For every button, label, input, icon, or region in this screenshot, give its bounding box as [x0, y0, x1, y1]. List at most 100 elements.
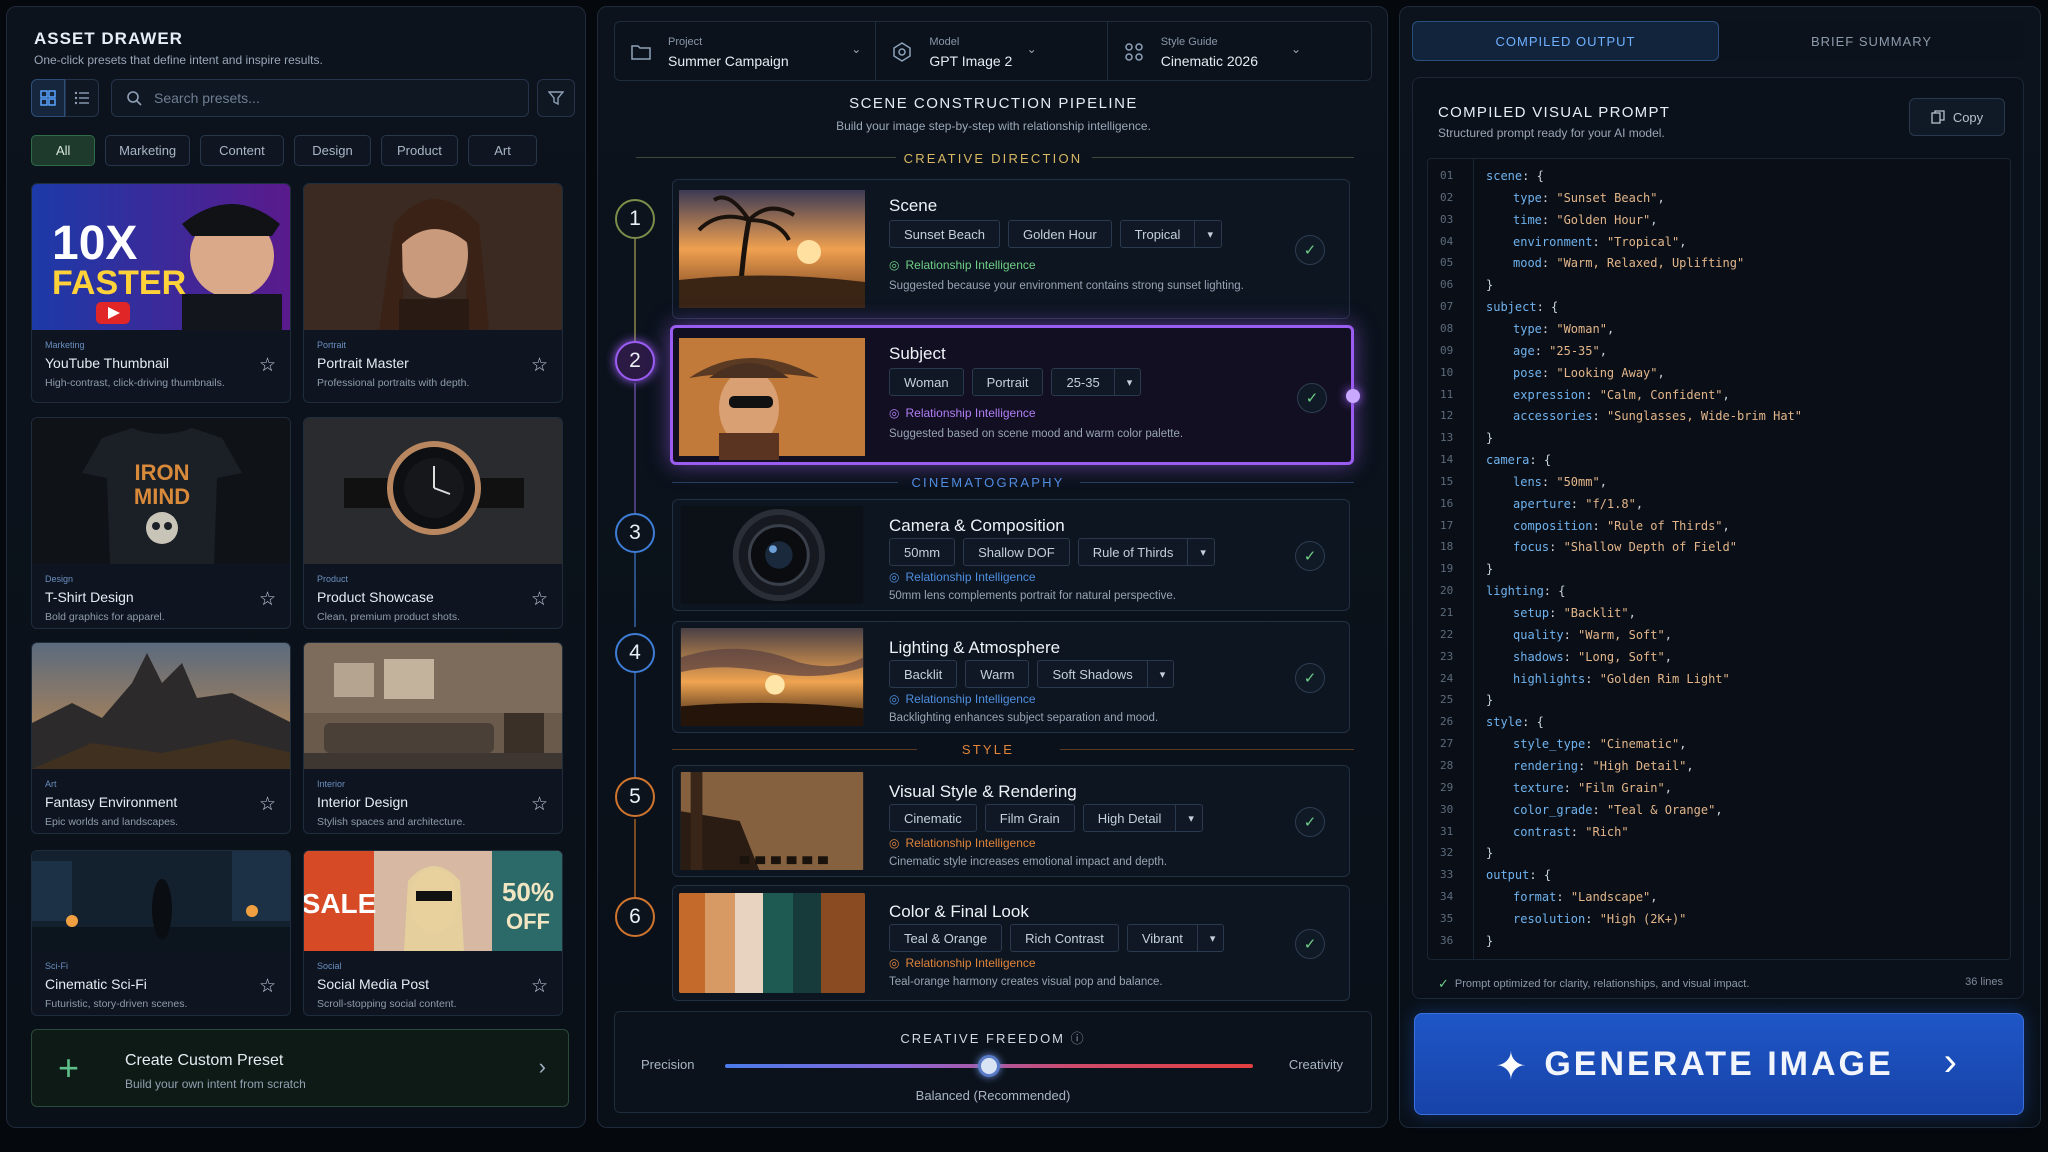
- filter-chip-product[interactable]: Product: [380, 135, 458, 166]
- list-view-button[interactable]: [65, 79, 99, 117]
- step-suggestion: 50mm lens complements portrait for natur…: [889, 590, 1176, 602]
- code-value: "Long, Soft": [1578, 649, 1665, 664]
- custom-preset-title: Create Custom Preset: [125, 1052, 284, 1069]
- code-line: texture: "Film Grain",: [1513, 781, 1672, 795]
- filter-chip-all[interactable]: All: [31, 135, 96, 166]
- generate-image-button[interactable]: ✦ GENERATE IMAGE ›: [1414, 1013, 2024, 1115]
- star-icon[interactable]: ☆: [531, 793, 548, 816]
- filter-chip-marketing[interactable]: Marketing: [105, 135, 190, 166]
- preset-description: Epic worlds and landscapes.: [45, 816, 179, 828]
- star-icon[interactable]: ☆: [259, 588, 276, 611]
- thumbnail-overlay-10x: 10X: [52, 217, 137, 270]
- filter-chip-design[interactable]: Design: [294, 135, 371, 166]
- relationship-intelligence-label: Relationship Intelligence: [905, 570, 1036, 584]
- tag-chip[interactable]: Shallow DOF: [963, 538, 1070, 566]
- code-line: resolution: "High (2K+)": [1513, 912, 1686, 926]
- project-selector[interactable]: Project Summer Campaign ⌄: [615, 22, 877, 80]
- line-number: 22: [1440, 627, 1454, 641]
- check-icon[interactable]: ✓: [1295, 541, 1325, 571]
- step-card-scene[interactable]: Scene Sunset Beach Golden Hour Tropical ▾ ◎ Re…: [672, 179, 1350, 319]
- check-icon[interactable]: ✓: [1297, 383, 1327, 413]
- code-comma: ,: [1664, 649, 1672, 664]
- line-number: 12: [1440, 409, 1454, 423]
- preset-card-portrait-master[interactable]: Portrait Portrait Master Professional port…: [303, 183, 563, 403]
- tag-chip[interactable]: Backlit: [889, 660, 958, 688]
- code-view[interactable]: 01 02 03 04 05 06 07 08 09 10 11 12 13 14 15 16 17 18 19 20…: [1427, 158, 2011, 960]
- tag-chip[interactable]: Tropical ▾: [1119, 220, 1222, 248]
- tag-chip[interactable]: High Detail ▾: [1082, 804, 1203, 832]
- code-line: }: [1486, 846, 1493, 860]
- tag-chip[interactable]: Portrait: [971, 368, 1044, 396]
- code-comma: ,: [1722, 518, 1730, 533]
- star-icon[interactable]: ☆: [259, 354, 276, 377]
- code-value: }: [1486, 562, 1494, 577]
- style-guide-selector[interactable]: Style Guide Cinematic 2026 ⌄: [1108, 22, 1371, 80]
- copy-button[interactable]: Copy: [1909, 98, 2005, 136]
- code-comma: ,: [1650, 890, 1658, 905]
- preset-card-fantasy-environment[interactable]: Art Fantasy Environment Epic worlds and la…: [31, 642, 291, 834]
- tag-chip[interactable]: Rich Contrast: [1010, 924, 1119, 952]
- check-icon[interactable]: ✓: [1295, 235, 1325, 265]
- plus-icon: +: [58, 1047, 80, 1088]
- code-colon: :: [1536, 300, 1552, 315]
- preset-card-cinematic-sci-fi[interactable]: Sci-Fi Cinematic Sci-Fi Futuristic, story-…: [31, 850, 291, 1016]
- line-number: 19: [1440, 562, 1454, 576]
- info-icon[interactable]: ⓘ: [1071, 1031, 1086, 1046]
- star-icon[interactable]: ☆: [531, 975, 548, 998]
- tag-chip[interactable]: 50mm: [889, 538, 956, 566]
- tag-chip[interactable]: 25-35 ▾: [1051, 368, 1142, 396]
- tag-chip[interactable]: Woman: [889, 368, 964, 396]
- chevron-down-icon[interactable]: ▾: [1146, 661, 1165, 687]
- step-image: [679, 892, 865, 994]
- code-comma: ,: [1686, 758, 1694, 773]
- filter-chip-art[interactable]: Art: [467, 135, 538, 166]
- preset-card-youtube-thumbnail[interactable]: 10X FASTER Marketing YouTube Thumbnail High-…: [31, 183, 291, 403]
- tab-compiled-output[interactable]: COMPILED OUTPUT: [1412, 21, 1719, 61]
- step-number-5: 5: [615, 777, 655, 817]
- line-number: 08: [1440, 321, 1454, 335]
- tag-chip[interactable]: Film Grain: [984, 804, 1075, 832]
- grid-view-button[interactable]: [31, 79, 65, 117]
- chevron-down-icon[interactable]: ▾: [1175, 805, 1194, 831]
- star-icon[interactable]: ☆: [259, 975, 276, 998]
- freedom-slider-handle[interactable]: [978, 1055, 1000, 1077]
- model-selector[interactable]: Model GPT Image 2 ⌄: [876, 22, 1108, 80]
- chevron-down-icon[interactable]: ▾: [1196, 925, 1215, 951]
- tag-chip[interactable]: Warm: [965, 660, 1030, 688]
- chevron-down-icon[interactable]: ▾: [1194, 221, 1213, 247]
- step-card-subject[interactable]: Subject Woman Portrait 25-35 ▾ ◎ Relationship …: [670, 325, 1354, 465]
- step-card-camera-composition[interactable]: Camera & Composition 50mm Shallow DOF Rule …: [672, 499, 1350, 611]
- preset-card-product-showcase[interactable]: Product Product Showcase Clean, premium pr…: [303, 417, 563, 629]
- tag-chip[interactable]: Sunset Beach: [889, 220, 1000, 248]
- preset-card-interior-design[interactable]: Interior Interior Design Stylish spaces an…: [303, 642, 563, 834]
- star-icon[interactable]: ☆: [259, 793, 276, 816]
- star-icon[interactable]: ☆: [531, 354, 548, 377]
- tag-chip[interactable]: Teal & Orange: [889, 924, 1003, 952]
- preset-category: Marketing: [45, 340, 85, 350]
- step-tags: 50mm Shallow DOF Rule of Thirds ▾: [889, 538, 1215, 566]
- check-icon[interactable]: ✓: [1295, 929, 1325, 959]
- chevron-down-icon[interactable]: ▾: [1187, 539, 1206, 565]
- code-value: {: [1558, 584, 1566, 599]
- preset-card-t-shirt-design[interactable]: IRON MIND Design T-Shirt Design Bold graphic…: [31, 417, 291, 629]
- step-card-color-final-look[interactable]: Color & Final Look Teal & Orange Rich Cont…: [672, 885, 1350, 1001]
- search-input[interactable]: Search presets...: [111, 79, 529, 117]
- check-icon[interactable]: ✓: [1295, 663, 1325, 693]
- check-icon[interactable]: ✓: [1295, 807, 1325, 837]
- code-colon: :: [1529, 868, 1544, 883]
- tag-chip[interactable]: Cinematic: [889, 804, 977, 832]
- create-custom-preset-button[interactable]: + Create Custom Preset Build your own in…: [31, 1029, 569, 1107]
- filter-button[interactable]: [537, 79, 575, 117]
- tag-chip[interactable]: Golden Hour: [1007, 220, 1112, 248]
- step-card-visual-style-rendering[interactable]: Visual Style & Rendering Cinematic Film Gr…: [672, 765, 1350, 877]
- step-card-lighting-atmosphere[interactable]: Lighting & Atmosphere Backlit Warm Soft Sha…: [672, 621, 1350, 733]
- preset-card-social-media-post[interactable]: SALE 50% OFF Social Social Media Post Scroll-…: [303, 850, 563, 1016]
- filter-chip-content[interactable]: Content: [199, 135, 285, 166]
- code-value: "Rich": [1585, 824, 1629, 839]
- tag-chip[interactable]: Soft Shadows ▾: [1037, 660, 1175, 688]
- star-icon[interactable]: ☆: [531, 588, 548, 611]
- tab-brief-summary[interactable]: BRIEF SUMMARY: [1719, 21, 2024, 61]
- tag-chip[interactable]: Vibrant ▾: [1126, 924, 1225, 952]
- chevron-down-icon[interactable]: ▾: [1113, 369, 1132, 395]
- tag-chip[interactable]: Rule of Thirds ▾: [1077, 538, 1215, 566]
